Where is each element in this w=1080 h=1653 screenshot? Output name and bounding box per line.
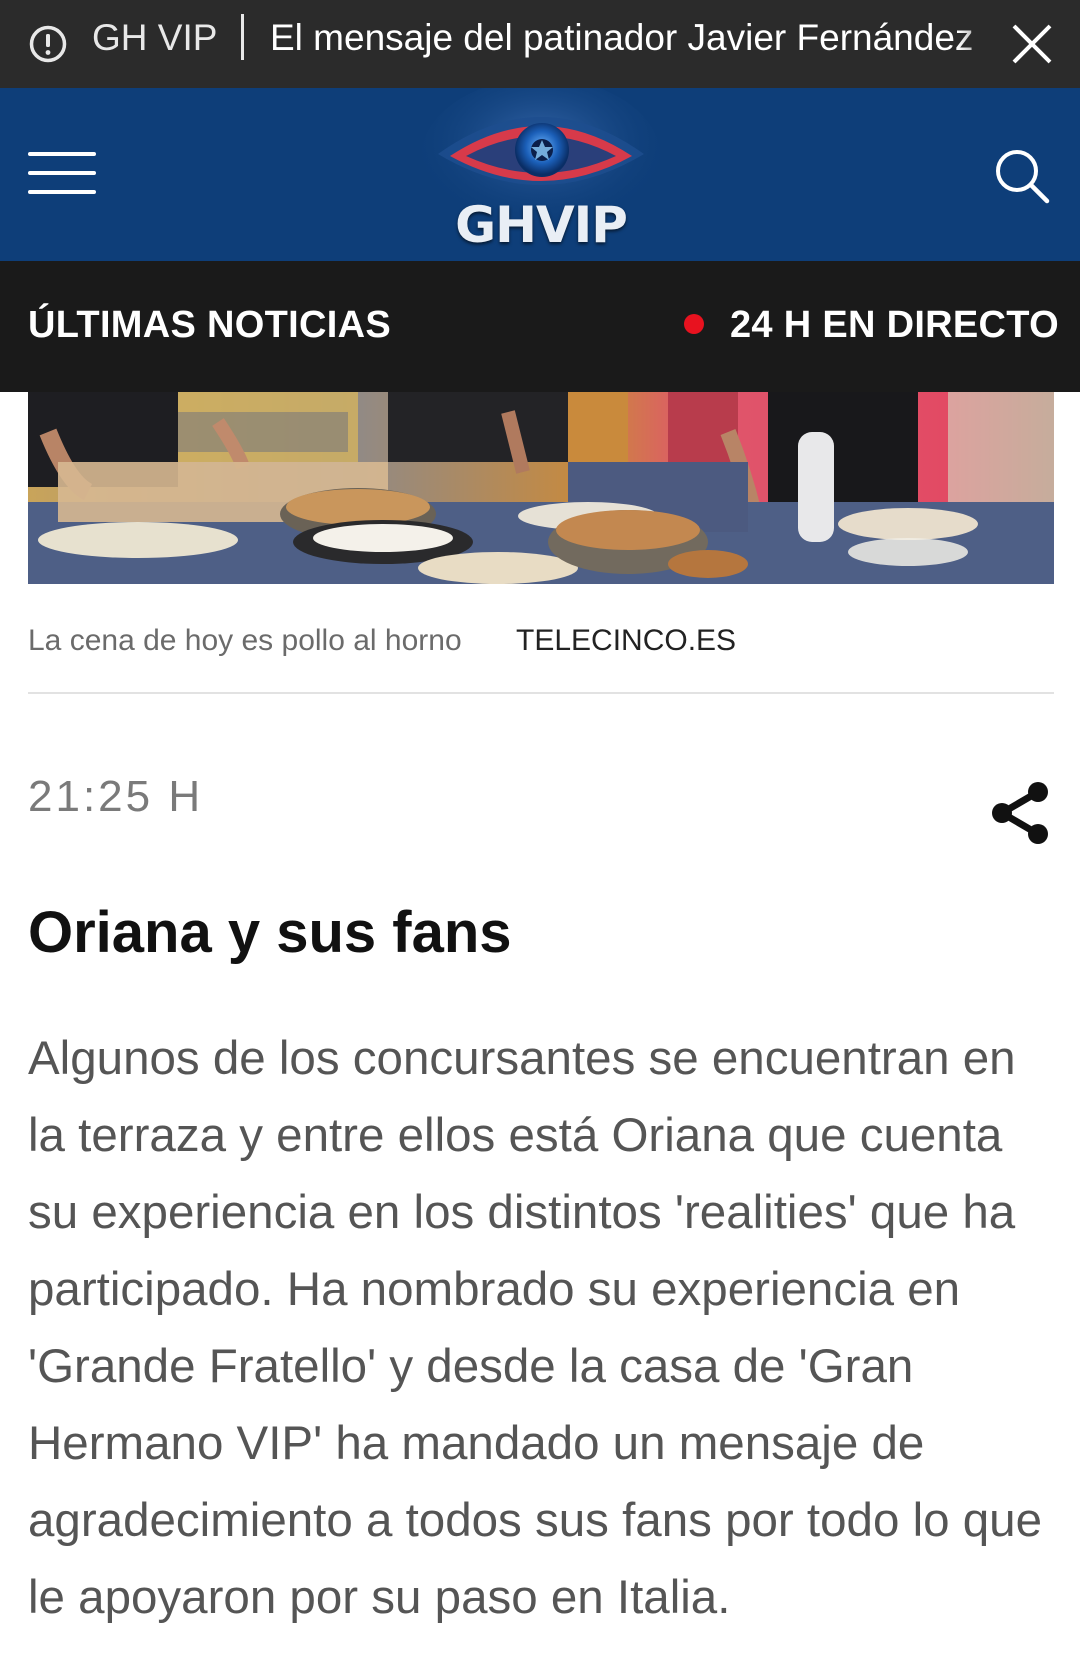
- entry-title: Oriana y sus fans: [28, 900, 512, 965]
- alert-circle-icon: [29, 25, 67, 63]
- close-icon[interactable]: [1010, 22, 1054, 66]
- hamburger-menu-icon[interactable]: [28, 152, 96, 196]
- alert-headline-link[interactable]: El mensaje del patinador Javier Fernánde…: [270, 16, 998, 60]
- entry-timestamp: 21:25 H: [28, 772, 204, 821]
- photo-credit: TELECINCO.ES: [516, 624, 737, 657]
- alert-text-fade: [958, 10, 1008, 70]
- section-nav: ÚLTIMAS NOTICIAS 24 H EN DIRECTO: [0, 261, 1080, 392]
- search-icon[interactable]: [992, 146, 1052, 206]
- photo-caption: La cena de hoy es pollo al horno: [28, 624, 462, 657]
- latest-news-link[interactable]: ÚLTIMAS NOTICIAS: [28, 301, 391, 349]
- live-indicator-dot: [684, 314, 704, 334]
- dinner-photo-image: [28, 392, 1054, 584]
- entry-body: Algunos de los concursantes se encuentra…: [28, 1032, 1042, 1624]
- article-photo: [28, 392, 1054, 584]
- entry-divider: [28, 692, 1054, 694]
- site-logo[interactable]: GHVIP: [410, 78, 672, 261]
- live-24h-link[interactable]: 24 H EN DIRECTO: [730, 301, 1059, 349]
- breaking-news-bar[interactable]: GH VIP El mensaje del patinador Javier F…: [0, 0, 1080, 88]
- site-header: GHVIP: [0, 78, 1080, 261]
- share-icon[interactable]: [986, 778, 1056, 848]
- alert-source-label: GH VIP: [92, 17, 218, 58]
- logo-wordmark: GHVIP: [455, 196, 628, 254]
- alert-divider: [241, 14, 244, 60]
